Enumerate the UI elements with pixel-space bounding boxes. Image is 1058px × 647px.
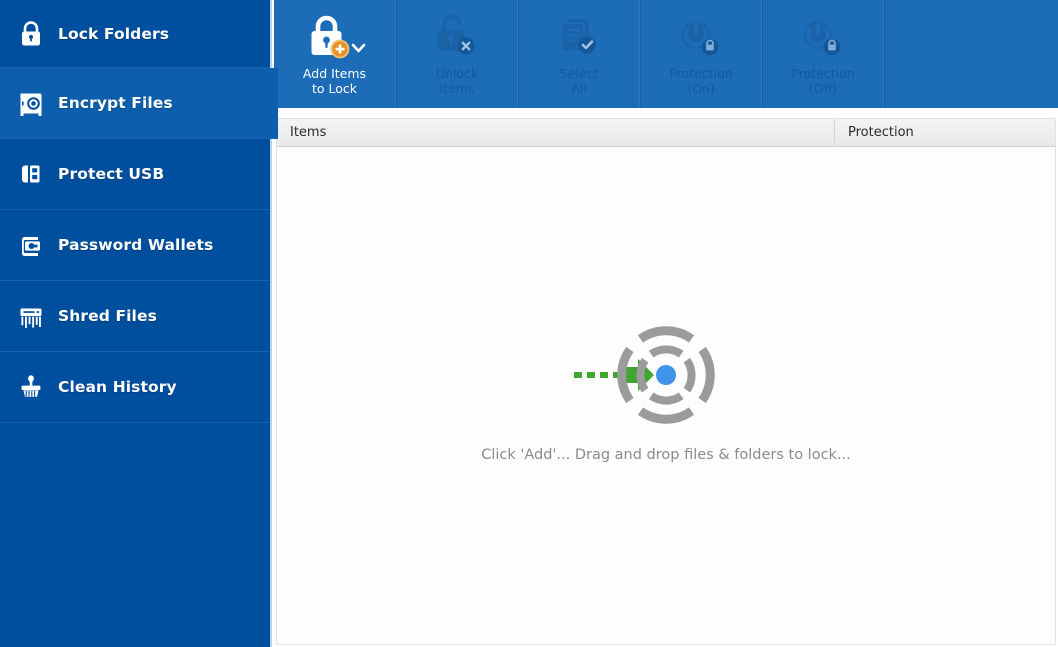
power-lock-icon	[796, 8, 850, 66]
sidebar-item-password-wallets[interactable]: Password Wallets	[0, 210, 270, 281]
toolbar-button-label: Protection (On)	[669, 66, 733, 96]
power-lock-icon	[674, 8, 728, 66]
lock-plus-icon	[298, 8, 372, 66]
select-all-button[interactable]: Select All	[518, 0, 640, 108]
column-header-protection[interactable]: Protection	[835, 119, 1055, 146]
sidebar-item-label: Password Wallets	[58, 236, 214, 254]
toolbar-button-label: Select All	[559, 66, 599, 96]
sidebar-item-label: Shred Files	[58, 307, 157, 325]
drag-drop-target-icon	[566, 325, 766, 425]
app-window: Lock Folders Encrypt Files Protect USB P…	[0, 0, 1058, 647]
wallet-icon	[10, 225, 52, 265]
toolbar-button-label: Add Items to Lock	[302, 66, 367, 96]
list-body[interactable]: Click 'Add'... Drag and drop files & fol…	[277, 147, 1055, 644]
sidebar-item-label: Encrypt Files	[58, 94, 173, 112]
toolbar-button-label: Protection (Off)	[791, 66, 855, 96]
brush-icon	[10, 367, 52, 407]
sidebar: Lock Folders Encrypt Files Protect USB P…	[0, 0, 278, 647]
sidebar-item-label: Protect USB	[58, 165, 165, 183]
toolbar-button-label: Unlock Items	[435, 66, 479, 96]
unlock-x-icon	[430, 8, 484, 66]
column-header-label: Items	[290, 125, 327, 140]
list-column-header-row: Items Protection	[277, 119, 1055, 147]
sidebar-item-label: Lock Folders	[58, 24, 170, 43]
sidebar-item-shred-files[interactable]: Shred Files	[0, 281, 270, 352]
column-header-label: Protection	[848, 125, 914, 140]
sidebar-item-lock-folders[interactable]: Lock Folders	[0, 0, 270, 68]
empty-state-hint: Click 'Add'... Drag and drop files & fol…	[481, 447, 851, 463]
padlock-icon	[10, 14, 52, 54]
sidebar-item-label: Clean History	[58, 378, 177, 396]
empty-state: Click 'Add'... Drag and drop files & fol…	[277, 325, 1055, 463]
protection-off-button[interactable]: Protection (Off)	[762, 0, 884, 108]
sidebar-item-encrypt-files[interactable]: Encrypt Files	[0, 68, 278, 139]
toolbar-empty-area	[884, 0, 1058, 108]
unlock-items-button[interactable]: Unlock Items	[396, 0, 518, 108]
sidebar-item-protect-usb[interactable]: Protect USB	[0, 139, 270, 210]
add-items-to-lock-button[interactable]: Add Items to Lock	[274, 0, 396, 108]
safe-vault-icon	[10, 83, 52, 123]
usb-drive-icon	[10, 154, 52, 194]
shredder-icon	[10, 296, 52, 336]
column-header-items[interactable]: Items	[277, 119, 835, 146]
toolbar: Add Items to Lock Unlock Items Select Al…	[274, 0, 1058, 110]
document-check-icon	[552, 8, 606, 66]
items-list-panel: Items Protection Click 'Add'... Drag and…	[276, 118, 1056, 645]
protection-on-button[interactable]: Protection (On)	[640, 0, 762, 108]
sidebar-item-clean-history[interactable]: Clean History	[0, 352, 270, 423]
